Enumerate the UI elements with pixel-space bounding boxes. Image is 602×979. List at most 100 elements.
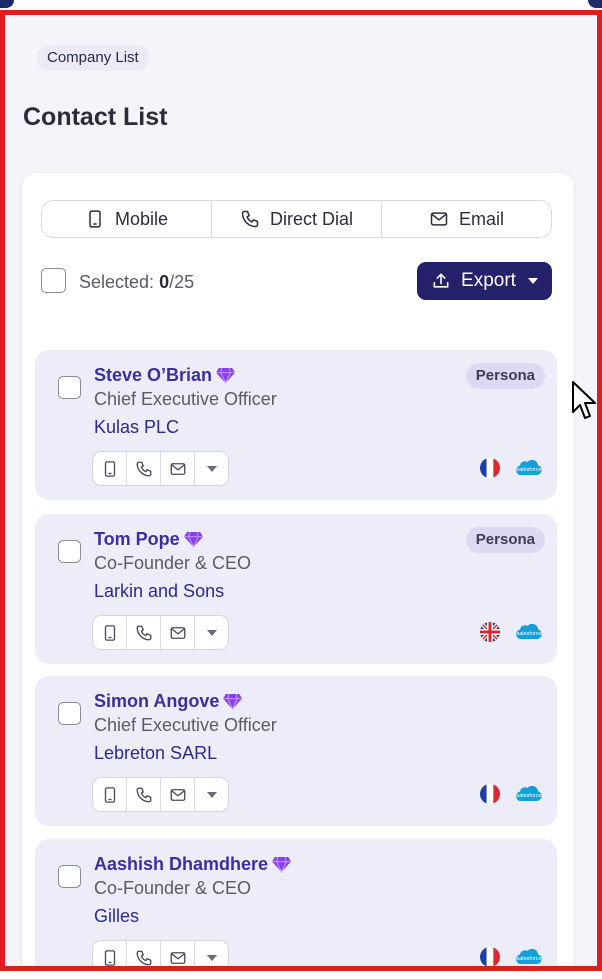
reveal-mobile-button[interactable] — [93, 941, 127, 966]
france-flag-icon — [480, 458, 500, 478]
select-all-checkbox[interactable] — [41, 268, 66, 293]
svg-text:salesforce: salesforce — [516, 793, 541, 799]
contact-name[interactable]: Aashish Dhamdhere — [94, 854, 292, 875]
salesforce-icon[interactable]: salesforce — [515, 458, 543, 478]
more-actions-dropdown[interactable] — [195, 778, 228, 811]
contact-card[interactable]: Aashish Dhamdhere Co-Founder & CEO Gille… — [35, 839, 557, 966]
filter-mobile-button[interactable]: Mobile — [42, 201, 212, 237]
svg-text:salesforce: salesforce — [516, 956, 541, 962]
reveal-mobile-button[interactable] — [93, 452, 127, 485]
window-top-edge — [0, 0, 602, 10]
contact-title: Co-Founder & CEO — [94, 553, 252, 573]
reveal-phone-button[interactable] — [127, 941, 161, 966]
reveal-mobile-button[interactable] — [93, 778, 127, 811]
reveal-email-button[interactable] — [161, 452, 195, 485]
chevron-down-icon — [206, 791, 217, 798]
filter-email-label: Email — [458, 208, 504, 229]
persona-badge: Persona — [465, 527, 545, 553]
gem-icon — [272, 856, 292, 873]
contact-checkbox[interactable] — [58, 702, 81, 725]
more-actions-dropdown[interactable] — [195, 941, 228, 966]
reveal-email-button[interactable] — [161, 616, 195, 649]
salesforce-icon[interactable]: salesforce — [515, 947, 543, 966]
export-button[interactable]: Export — [417, 262, 552, 300]
upload-icon — [433, 273, 449, 288]
selected-count: Selected: 0/25 — [79, 272, 194, 293]
phone-icon — [136, 461, 151, 476]
mail-icon — [170, 462, 185, 475]
phone-icon — [241, 210, 259, 228]
reveal-email-button[interactable] — [161, 778, 195, 811]
gem-icon — [223, 693, 243, 710]
contact-actions-group — [92, 451, 229, 486]
contact-checkbox[interactable] — [58, 865, 81, 888]
contact-name[interactable]: Steve O’Brian — [94, 365, 235, 386]
svg-text:salesforce: salesforce — [516, 467, 541, 473]
phone-icon — [136, 625, 151, 640]
persona-badge: Persona — [465, 363, 545, 389]
contact-name-text[interactable]: Simon Angove — [94, 691, 219, 712]
breadcrumb-company-list[interactable]: Company List — [37, 45, 149, 71]
filter-direct-dial-button[interactable]: Direct Dial — [212, 201, 382, 237]
contact-name-text[interactable]: Aashish Dhamdhere — [94, 854, 268, 875]
gem-icon — [183, 531, 203, 548]
reveal-phone-button[interactable] — [127, 778, 161, 811]
contact-title: Chief Executive Officer — [94, 715, 277, 735]
contact-card[interactable]: Simon Angove Chief Executive Officer Leb… — [35, 676, 557, 826]
reveal-mobile-button[interactable] — [93, 616, 127, 649]
contact-list-panel-frame: Company List Contact List Mobile Direct … — [0, 10, 602, 971]
chevron-down-icon — [206, 465, 217, 472]
export-label: Export — [461, 270, 516, 291]
filter-email-button[interactable]: Email — [382, 201, 551, 237]
contact-company[interactable]: Larkin and Sons — [94, 581, 224, 602]
selected-total: /25 — [169, 272, 195, 292]
reveal-phone-button[interactable] — [127, 616, 161, 649]
filter-mobile-label: Mobile — [114, 208, 169, 229]
svg-text:salesforce: salesforce — [516, 631, 541, 637]
contact-card[interactable]: Tom Pope Co-Founder & CEO Larkin and Son… — [35, 514, 557, 664]
mouse-cursor-icon — [572, 381, 596, 419]
france-flag-icon — [480, 947, 500, 966]
contact-checkbox[interactable] — [58, 540, 81, 563]
phone-icon — [136, 787, 151, 802]
contact-card[interactable]: Steve O’Brian Chief Executive Officer Ku… — [35, 350, 557, 500]
contact-actions-group — [92, 940, 229, 966]
contact-actions-group — [92, 615, 229, 650]
chevron-down-icon — [527, 278, 538, 284]
mobile-icon — [104, 460, 115, 477]
reveal-phone-button[interactable] — [127, 452, 161, 485]
page-title: Contact List — [23, 103, 168, 131]
contact-company[interactable]: Kulas PLC — [94, 417, 179, 438]
salesforce-icon[interactable]: salesforce — [515, 784, 543, 804]
selected-label: Selected: — [79, 272, 155, 292]
uk-flag-icon — [480, 622, 500, 642]
phone-icon — [136, 950, 151, 965]
contact-company[interactable]: Gilles — [94, 906, 139, 927]
more-actions-dropdown[interactable] — [195, 452, 228, 485]
contact-title: Co-Founder & CEO — [94, 878, 252, 898]
mail-icon — [170, 788, 185, 801]
chevron-down-icon — [206, 954, 217, 961]
mail-icon — [170, 626, 185, 639]
contact-checkbox[interactable] — [58, 376, 81, 399]
mobile-icon — [104, 949, 115, 966]
chevron-down-icon — [206, 629, 217, 636]
contact-name-text[interactable]: Tom Pope — [94, 529, 180, 550]
contact-company[interactable]: Lebreton SARL — [94, 743, 217, 764]
contact-name[interactable]: Tom Pope — [94, 529, 203, 550]
more-actions-dropdown[interactable] — [195, 616, 228, 649]
mobile-icon — [104, 624, 115, 641]
contact-filter-segmented-control: Mobile Direct Dial Email — [41, 200, 552, 238]
gem-icon — [216, 367, 235, 384]
selected-count-value: 0 — [159, 272, 170, 292]
filter-direct-dial-label: Direct Dial — [269, 208, 353, 229]
mobile-icon — [89, 210, 101, 228]
mail-icon — [430, 212, 448, 226]
mobile-icon — [104, 786, 115, 803]
reveal-email-button[interactable] — [161, 941, 195, 966]
contact-name[interactable]: Simon Angove — [94, 691, 243, 712]
contact-title: Chief Executive Officer — [94, 389, 277, 409]
salesforce-icon[interactable]: salesforce — [515, 622, 543, 642]
contact-name-text[interactable]: Steve O’Brian — [94, 365, 212, 386]
window-bottom-edge — [0, 971, 602, 979]
